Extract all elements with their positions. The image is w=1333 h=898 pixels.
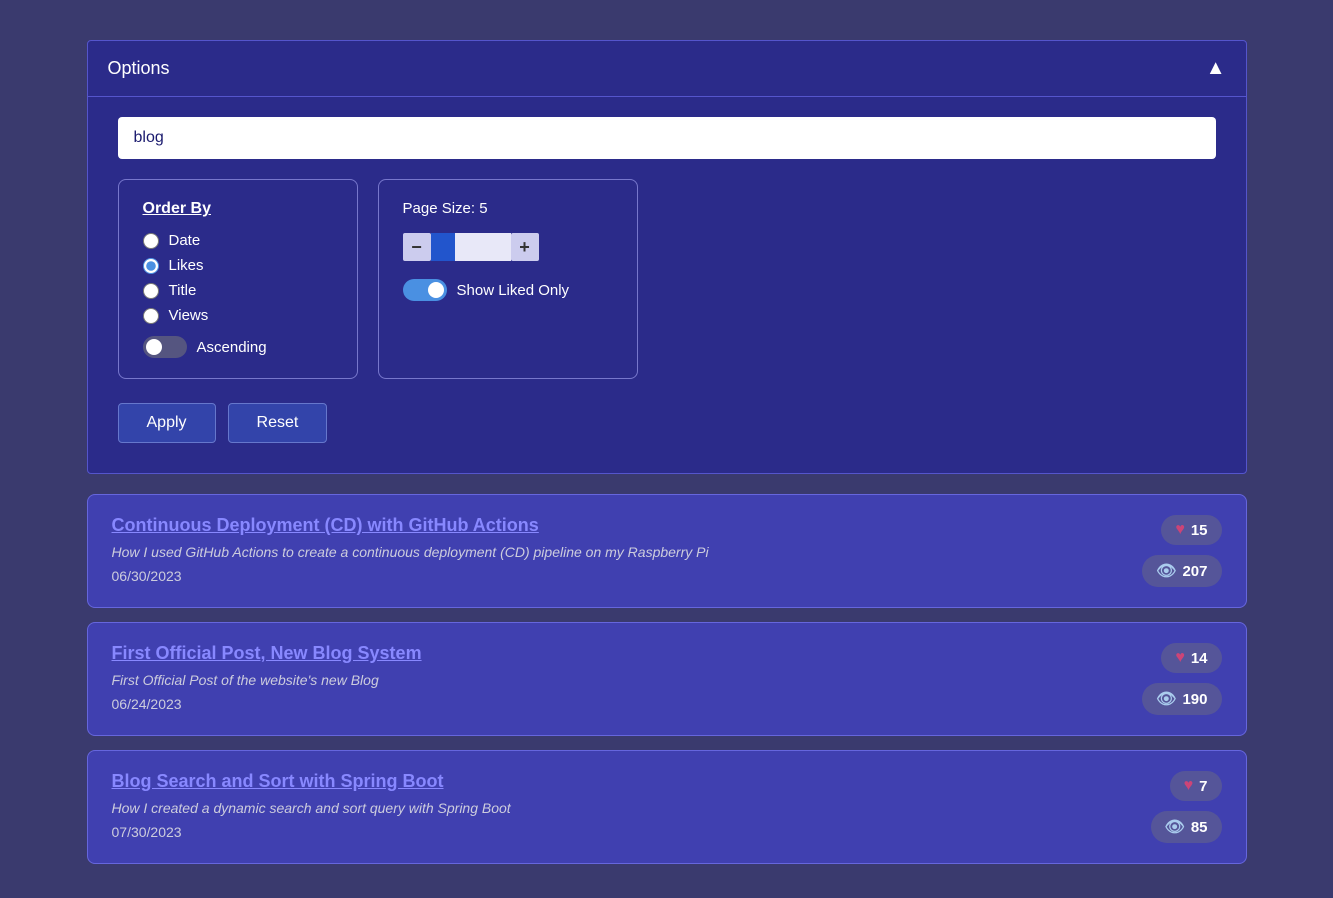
ascending-label: Ascending: [197, 339, 267, 356]
page-size-slider-row: − +: [403, 233, 613, 261]
blog-card-1[interactable]: First Official Post, New Blog System Fir…: [87, 622, 1247, 736]
radio-title[interactable]: Title: [143, 282, 333, 299]
show-liked-toggle[interactable]: [403, 279, 447, 301]
show-liked-label: Show Liked Only: [457, 282, 570, 299]
radio-date-label: Date: [169, 232, 201, 249]
views-count-1: 190: [1182, 691, 1207, 708]
radio-views-label: Views: [169, 307, 209, 324]
show-liked-row: Show Liked Only: [403, 279, 613, 301]
main-container: Options ▲ Order By Date: [87, 40, 1247, 878]
stepper-increment[interactable]: +: [511, 233, 539, 261]
heart-icon-2: ♥: [1184, 777, 1194, 795]
action-buttons: Apply Reset: [118, 403, 1216, 443]
blog-card-left-2: Blog Search and Sort with Spring Boot Ho…: [112, 771, 1142, 840]
blog-card-0[interactable]: Continuous Deployment (CD) with GitHub A…: [87, 494, 1247, 608]
blog-card-left-0: Continuous Deployment (CD) with GitHub A…: [112, 515, 1142, 584]
blog-card-title-2[interactable]: Blog Search and Sort with Spring Boot: [112, 771, 1142, 792]
blog-card-description-2: How I created a dynamic search and sort …: [112, 800, 1142, 816]
views-count-2: 85: [1191, 819, 1208, 836]
page-size-box: Page Size: 5 − +: [378, 179, 638, 379]
filters-row: Order By Date Likes Title: [118, 179, 1216, 379]
radio-title-label: Title: [169, 282, 197, 299]
page-size-stepper: − +: [403, 233, 539, 261]
heart-icon-1: ♥: [1175, 649, 1185, 667]
likes-badge-1: ♥ 14: [1161, 643, 1221, 673]
apply-button[interactable]: Apply: [118, 403, 216, 443]
eye-icon-0: 👁: [1156, 561, 1176, 581]
options-title: Options: [108, 58, 170, 79]
blog-card-stats-2: ♥ 7 👁 85: [1142, 771, 1222, 843]
blog-card-description-0: How I used GitHub Actions to create a co…: [112, 544, 1142, 560]
radio-views-input[interactable]: [143, 308, 159, 324]
blog-card-date-0: 06/30/2023: [112, 568, 1142, 584]
blog-card-date-2: 07/30/2023: [112, 824, 1142, 840]
blog-card-title-1[interactable]: First Official Post, New Blog System: [112, 643, 1142, 664]
radio-likes-label: Likes: [169, 257, 204, 274]
stepper-track: [431, 233, 511, 261]
blog-card-date-1: 06/24/2023: [112, 696, 1142, 712]
eye-icon-1: 👁: [1156, 689, 1176, 709]
blog-card-stats-0: ♥ 15 👁 207: [1142, 515, 1222, 587]
views-badge-0: 👁 207: [1142, 555, 1221, 587]
options-body: Order By Date Likes Title: [88, 97, 1246, 473]
search-wrapper: [118, 117, 1216, 159]
blog-card-left-1: First Official Post, New Blog System Fir…: [112, 643, 1142, 712]
order-by-box: Order By Date Likes Title: [118, 179, 358, 379]
blog-card-description-1: First Official Post of the website's new…: [112, 672, 1142, 688]
page-size-label-prefix: Page Size:: [403, 200, 476, 217]
ascending-slider: [143, 336, 187, 358]
likes-count-0: 15: [1191, 522, 1208, 539]
collapse-icon: ▲: [1206, 57, 1226, 80]
radio-views[interactable]: Views: [143, 307, 333, 324]
radio-title-input[interactable]: [143, 283, 159, 299]
stepper-fill: [431, 233, 455, 261]
likes-count-1: 14: [1191, 650, 1208, 667]
page-size-label: Page Size: 5: [403, 200, 613, 217]
views-badge-2: 👁 85: [1151, 811, 1222, 843]
eye-icon-2: 👁: [1165, 817, 1185, 837]
ascending-toggle[interactable]: [143, 336, 187, 358]
blog-card-stats-1: ♥ 14 👁 190: [1142, 643, 1222, 715]
order-by-title: Order By: [143, 200, 333, 218]
likes-badge-0: ♥ 15: [1161, 515, 1221, 545]
options-header[interactable]: Options ▲: [88, 41, 1246, 97]
search-input[interactable]: [118, 117, 1216, 159]
blog-posts-list: Continuous Deployment (CD) with GitHub A…: [87, 494, 1247, 864]
order-by-radio-group: Date Likes Title Views: [143, 232, 333, 324]
ascending-row: Ascending: [143, 336, 333, 358]
radio-date-input[interactable]: [143, 233, 159, 249]
blog-card-title-0[interactable]: Continuous Deployment (CD) with GitHub A…: [112, 515, 1142, 536]
views-badge-1: 👁 190: [1142, 683, 1221, 715]
likes-badge-2: ♥ 7: [1170, 771, 1222, 801]
stepper-decrement[interactable]: −: [403, 233, 431, 261]
options-panel: Options ▲ Order By Date: [87, 40, 1247, 474]
heart-icon-0: ♥: [1175, 521, 1185, 539]
views-count-0: 207: [1182, 563, 1207, 580]
show-liked-slider: [403, 279, 447, 301]
blog-card-2[interactable]: Blog Search and Sort with Spring Boot Ho…: [87, 750, 1247, 864]
radio-date[interactable]: Date: [143, 232, 333, 249]
radio-likes-input[interactable]: [143, 258, 159, 274]
page-size-value: 5: [479, 200, 487, 217]
likes-count-2: 7: [1199, 778, 1207, 795]
reset-button[interactable]: Reset: [228, 403, 328, 443]
radio-likes[interactable]: Likes: [143, 257, 333, 274]
